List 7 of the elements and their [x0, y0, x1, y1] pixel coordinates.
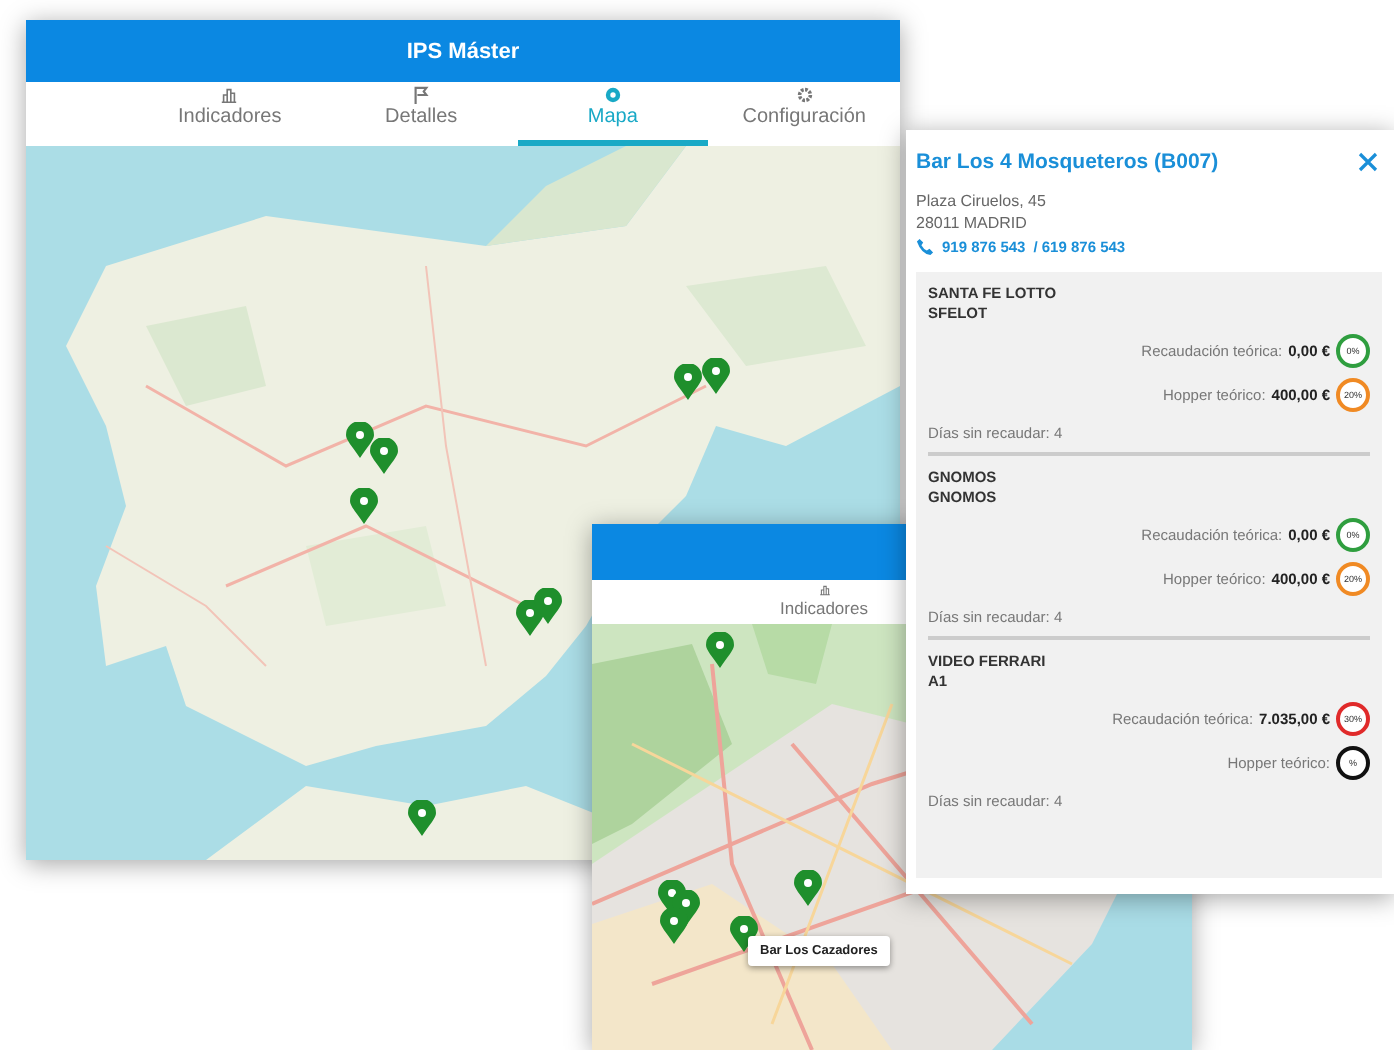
tab[interactable]: Detalles — [325, 82, 517, 146]
address-line: Plaza Ciruelos, 45 — [916, 190, 1048, 212]
window-title: IPS Máster — [26, 20, 900, 82]
panel-title: Bar Los 4 Mosqueteros (B007) — [916, 150, 1219, 174]
tab[interactable]: Indicadores — [134, 82, 326, 146]
tab[interactable]: Configuración — [708, 82, 900, 146]
address-line: 28011 MADRID — [916, 212, 1029, 234]
